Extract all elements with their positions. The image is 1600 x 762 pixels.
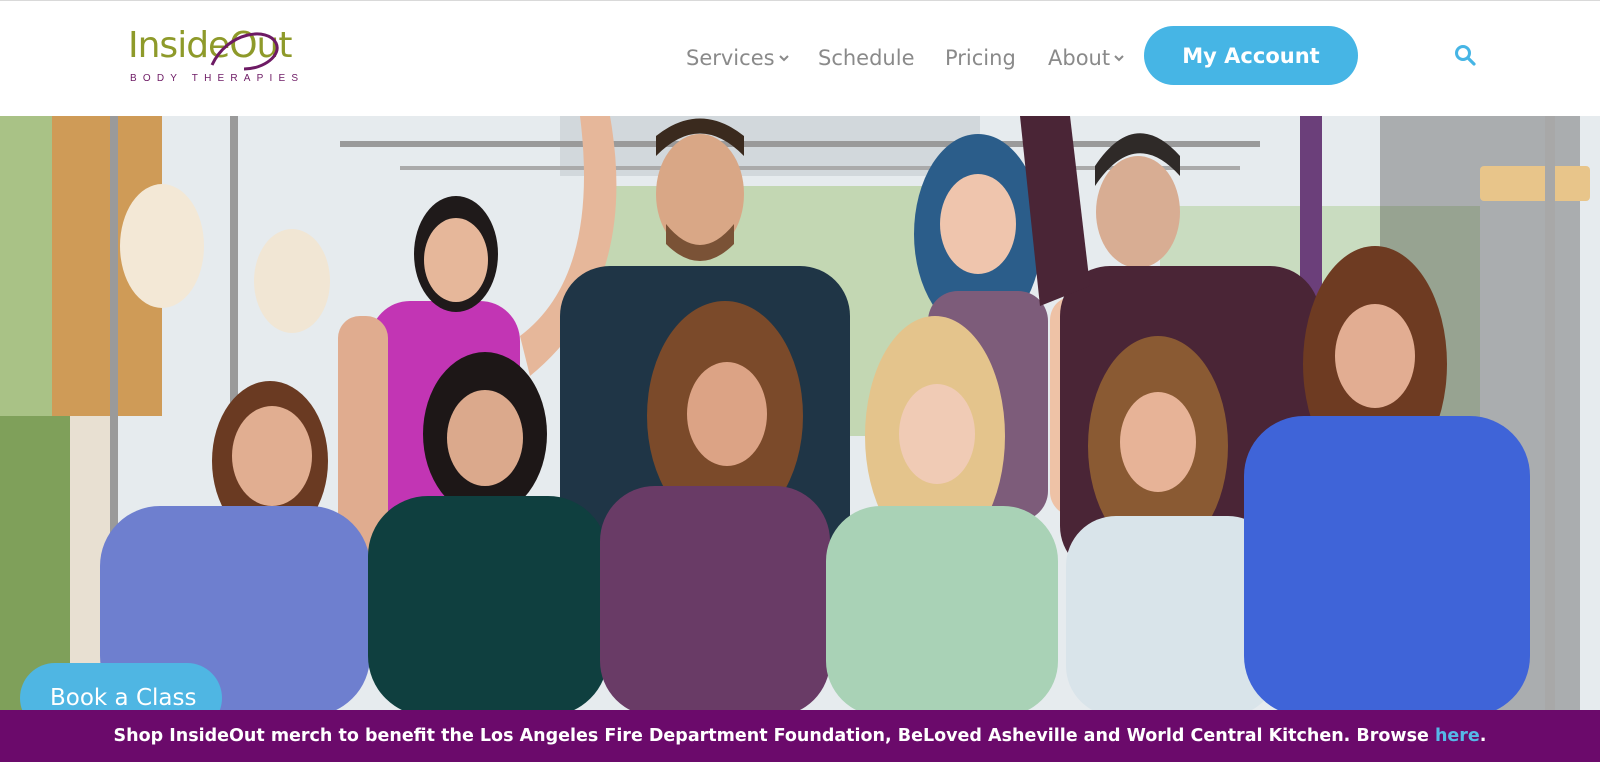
announcement-banner: Shop InsideOut merch to benefit the Los … (0, 710, 1600, 762)
team-photo (0, 116, 1600, 710)
nav-item-schedule[interactable]: Schedule (818, 46, 915, 70)
chevron-down-icon (778, 55, 789, 62)
nav-item-pricing[interactable]: Pricing (945, 46, 1016, 70)
nav-item-label: Schedule (818, 46, 915, 70)
hero-image (0, 116, 1600, 710)
nav-item-label: Pricing (945, 46, 1016, 70)
logo-swoosh-icon (210, 32, 279, 71)
nav-item-services[interactable]: Services (686, 46, 789, 70)
search-icon[interactable] (1454, 44, 1476, 66)
nav-item-label: About (1048, 46, 1111, 70)
banner-period: . (1479, 726, 1487, 746)
book-a-class-label: Book a Class (50, 685, 197, 711)
banner-here-link[interactable]: here (1435, 726, 1480, 746)
site-header: InsideOut BODY THERAPIES Services Schedu… (0, 1, 1600, 116)
banner-text: Shop InsideOut merch to benefit the Los … (113, 726, 1435, 746)
my-account-button[interactable]: My Account (1144, 26, 1358, 85)
banner-message: Shop InsideOut merch to benefit the Los … (114, 726, 1487, 746)
logo-tagline: BODY THERAPIES (130, 73, 305, 84)
nav-item-about[interactable]: About (1048, 46, 1124, 70)
chevron-down-icon (1114, 55, 1124, 62)
nav-item-label: Services (686, 46, 775, 70)
site-logo[interactable]: InsideOut BODY THERAPIES (128, 28, 328, 88)
